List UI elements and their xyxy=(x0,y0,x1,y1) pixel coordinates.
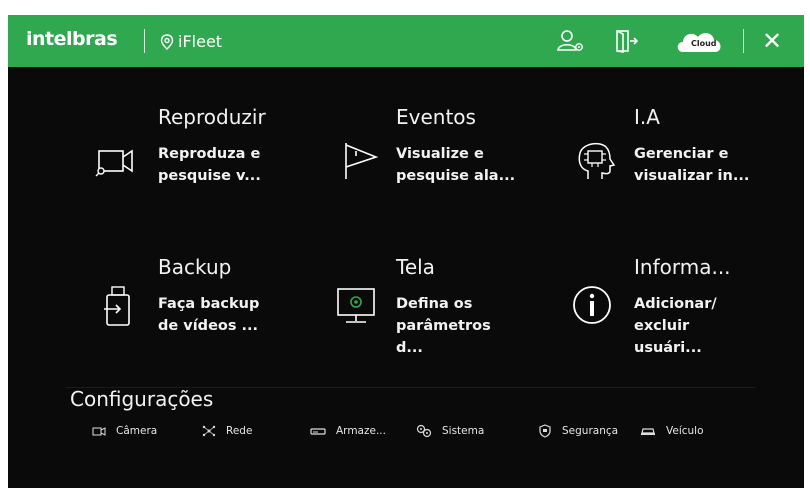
camera-icon xyxy=(92,427,106,436)
tile-title: Backup xyxy=(158,255,232,279)
user-gear-icon xyxy=(557,30,583,51)
network-icon xyxy=(202,425,216,437)
tile-eventos[interactable]: Eventos Visualize e pesquise ala... xyxy=(332,105,532,215)
tile-reproduzir[interactable]: Reproduzir Reproduza e pesquise v... xyxy=(94,105,294,215)
config-label: Sistema xyxy=(442,425,485,437)
close-icon: ✕ xyxy=(761,27,783,55)
main-screen: intelbras iFleet Cloud ✕ Reproduzir Repr… xyxy=(8,15,804,488)
app-name-label: iFleet xyxy=(178,32,223,51)
config-label: Rede xyxy=(226,425,253,437)
tile-description: Visualize e pesquise ala... xyxy=(396,146,516,184)
tile-backup[interactable]: Backup Faça backup de vídeos ... xyxy=(94,255,294,365)
event-flag-icon xyxy=(345,143,379,179)
tile-title: Reproduzir xyxy=(158,105,266,129)
cloud-button[interactable]: Cloud xyxy=(675,28,725,54)
tile-ia[interactable]: I.A Gerenciar e visualizar in... xyxy=(570,105,770,215)
tile-title: Informa... xyxy=(634,255,731,279)
config-label: Câmera xyxy=(116,425,158,437)
config-label: Armaze... xyxy=(336,425,386,437)
user-settings-button[interactable] xyxy=(556,27,586,55)
app-name: iFleet xyxy=(160,32,222,51)
config-veiculo[interactable]: Veículo xyxy=(640,421,704,441)
tile-title: Eventos xyxy=(396,105,476,129)
topbar-divider xyxy=(144,29,145,53)
vehicle-icon xyxy=(641,428,655,435)
ai-head-icon xyxy=(578,142,616,179)
tile-description: Gerenciar e visualizar in... xyxy=(634,146,750,184)
close-button[interactable]: ✕ xyxy=(758,27,786,55)
config-label: Veículo xyxy=(666,425,704,437)
tile-description: Faça backup de vídeos ... xyxy=(158,296,260,334)
shield-icon xyxy=(539,424,551,438)
monitor-settings-icon xyxy=(337,288,375,323)
config-label: Segurança xyxy=(562,425,619,437)
tile-title: Tela xyxy=(396,255,435,279)
video-camera-icon xyxy=(95,149,133,177)
config-seguranca[interactable]: Segurança xyxy=(538,421,618,441)
brand-logo: intelbras xyxy=(26,28,118,50)
cloud-label: Cloud xyxy=(691,39,717,48)
config-camera[interactable]: Câmera xyxy=(92,421,157,441)
tile-title: I.A xyxy=(634,105,660,129)
logout-button[interactable] xyxy=(612,27,642,55)
tile-informacoes[interactable]: Informa... Adicionar/ excluir usuári... xyxy=(570,255,770,365)
tile-description: Adicionar/ excluir usuári... xyxy=(634,296,717,356)
config-sistema[interactable]: Sistema xyxy=(416,421,484,441)
config-armazenamento[interactable]: Armaze... xyxy=(310,421,386,441)
config-rede[interactable]: Rede xyxy=(202,421,252,441)
system-gears-icon xyxy=(416,424,432,438)
storage-icon xyxy=(310,428,326,435)
topbar-divider-2 xyxy=(743,29,744,53)
usb-drive-icon xyxy=(104,286,130,326)
top-bar: intelbras iFleet Cloud ✕ xyxy=(8,15,804,67)
tile-tela[interactable]: Tela Defina os parâmetros d... xyxy=(332,255,532,365)
tile-description: Reproduza e pesquise v... xyxy=(158,146,261,184)
info-icon xyxy=(573,286,611,324)
exit-door-icon xyxy=(616,30,639,53)
tile-description: Defina os parâmetros d... xyxy=(396,296,491,356)
config-title: Configurações xyxy=(70,387,214,411)
location-pin-icon xyxy=(160,33,174,50)
